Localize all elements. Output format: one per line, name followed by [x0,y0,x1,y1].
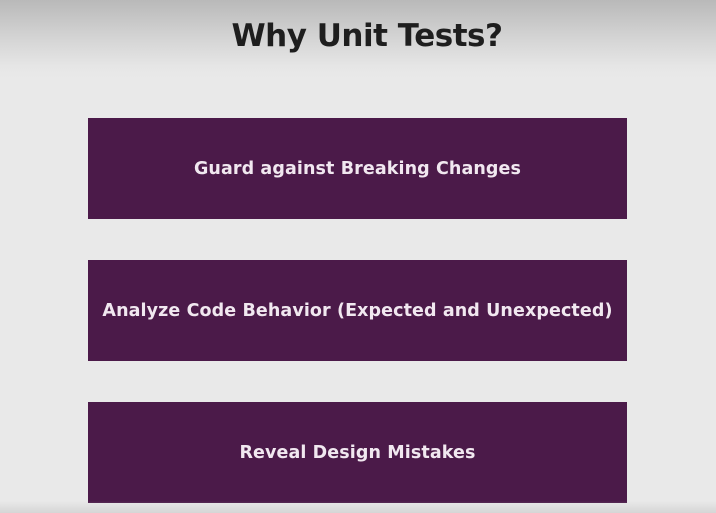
reason-card-label: Guard against Breaking Changes [193,158,522,179]
reason-card-design-mistakes: Reveal Design Mistakes [88,402,627,503]
slide-title: Why Unit Tests? [231,18,503,54]
reason-card-breaking-changes: Guard against Breaking Changes [88,118,627,219]
reason-card-label: Analyze Code Behavior (Expected and Unex… [102,300,613,321]
reason-card-label: Reveal Design Mistakes [239,442,476,463]
slide-header: Why Unit Tests? [0,0,716,78]
reason-card-code-behavior: Analyze Code Behavior (Expected and Unex… [88,260,627,361]
